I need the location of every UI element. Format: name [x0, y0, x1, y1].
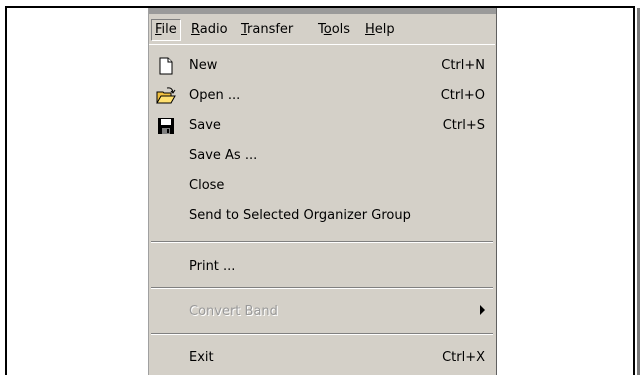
menu-separator [151, 241, 493, 243]
floppy-disk-icon [156, 116, 176, 136]
menu-item-send-label: Send to Selected Organizer Group [189, 208, 411, 223]
menu-item-open-label: Open ... [189, 88, 241, 103]
menu-radio-mnemonic: R [191, 22, 200, 37]
menu-radio[interactable]: Radio [187, 19, 232, 41]
menu-item-new-shortcut: Ctrl+N [441, 58, 485, 73]
new-document-icon [156, 56, 176, 76]
menu-item-save-as[interactable]: Save As ... [149, 144, 495, 168]
menu-item-exit-shortcut: Ctrl+X [442, 350, 485, 365]
menu-item-new[interactable]: New Ctrl+N [149, 54, 495, 78]
menu-item-save-label: Save [189, 118, 221, 133]
menu-file-label: ile [161, 22, 177, 37]
menu-help-mnemonic: H [365, 22, 375, 37]
menu-tools-mnemonic: o [323, 22, 332, 37]
menu-item-open-shortcut: Ctrl+O [440, 88, 485, 103]
menu-help[interactable]: Help [361, 19, 399, 41]
menu-item-print[interactable]: Print ... [149, 255, 495, 279]
menu-transfer-label: ransfer [247, 22, 294, 37]
open-folder-icon [156, 86, 176, 106]
menu-item-convert-band: Convert Band [149, 300, 495, 324]
menu-item-exit[interactable]: Exit Ctrl+X [149, 346, 495, 370]
menu-tools[interactable]: Tools [314, 19, 354, 41]
menu-item-open[interactable]: Open ... Ctrl+O [149, 84, 495, 108]
menu-radio-label: adio [199, 22, 228, 37]
menu-item-save-as-label: Save As ... [189, 148, 258, 163]
menu-separator [151, 287, 493, 289]
menu-item-print-label: Print ... [189, 259, 236, 274]
menu-item-save-shortcut: Ctrl+S [442, 118, 485, 133]
menu-item-new-label: New [189, 58, 218, 73]
menu-item-close[interactable]: Close [149, 174, 495, 198]
menu-item-close-label: Close [189, 178, 225, 193]
menu-transfer[interactable]: Transfer [237, 19, 297, 41]
menu-item-send-to-organizer-group[interactable]: Send to Selected Organizer Group [149, 204, 495, 228]
menu-item-exit-label: Exit [189, 350, 214, 365]
menu-item-convert-band-label: Convert Band [189, 304, 278, 319]
menu-bar: File Radio Transfer Tools Help [149, 14, 496, 44]
frame-shadow [637, 8, 640, 375]
file-dropdown-menu: New Ctrl+N Open ... Ctrl+O Save Ctrl+S S… [149, 44, 495, 375]
menu-item-save[interactable]: Save Ctrl+S [149, 114, 495, 138]
submenu-arrow-icon [480, 305, 485, 315]
menu-tools-label: ols [331, 22, 351, 37]
menu-separator [151, 333, 493, 335]
application-window: File Radio Transfer Tools Help New Ctrl+… [148, 8, 497, 375]
menu-file[interactable]: File [151, 19, 181, 41]
menu-help-label: elp [374, 22, 395, 37]
